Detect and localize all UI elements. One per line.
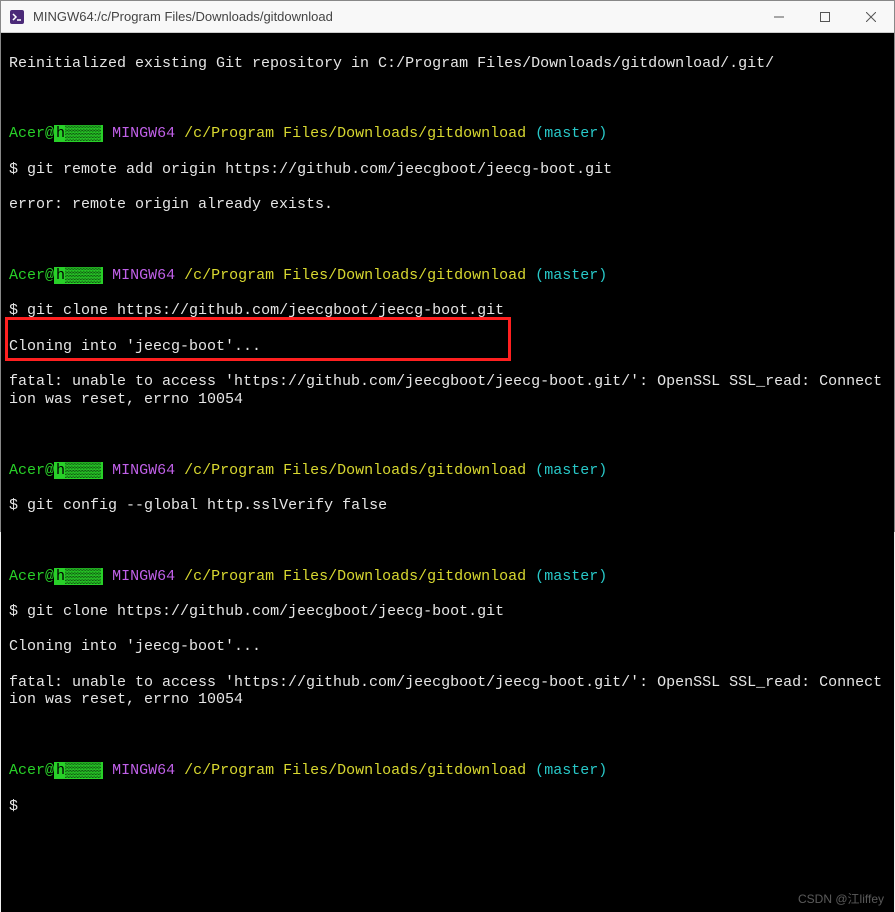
prompt-line: Acer@h▒▒▒▒ MINGW64 /c/Program Files/Down… [9, 267, 886, 285]
blank-line [9, 90, 886, 108]
command-line: $ git remote add origin https://github.c… [9, 161, 886, 179]
maximize-icon [820, 12, 830, 22]
watermark-text: CSDN @江liffey [798, 892, 884, 906]
prompt-branch: master [544, 762, 598, 779]
command-line[interactable]: $ [9, 798, 886, 816]
prompt-at: @ [45, 762, 54, 779]
maximize-button[interactable] [802, 1, 848, 33]
prompt-at: @ [45, 462, 54, 479]
branch-close: ) [598, 568, 607, 585]
prompt-branch: master [544, 568, 598, 585]
prompt-branch: master [544, 125, 598, 142]
prompt-host: h▒▒▒▒ [54, 762, 103, 779]
command-line: $ git clone https://github.com/jeecgboot… [9, 603, 886, 621]
prompt-line: Acer@h▒▒▒▒ MINGW64 /c/Program Files/Down… [9, 462, 886, 480]
prompt-branch: master [544, 267, 598, 284]
prompt-user: Acer [9, 125, 45, 142]
prompt-host: h▒▒▒▒ [54, 267, 103, 284]
prompt-user: Acer [9, 267, 45, 284]
blank-line [9, 727, 886, 745]
prompt-shell: MINGW64 [112, 762, 175, 779]
branch-close: ) [598, 762, 607, 779]
prompt-path: /c/Program Files/Downloads/gitdownload [184, 125, 526, 142]
command-line: $ git clone https://github.com/jeecgboot… [9, 302, 886, 320]
output-line: Reinitialized existing Git repository in… [9, 55, 886, 73]
output-line: fatal: unable to access 'https://github.… [9, 373, 886, 408]
prompt-user: Acer [9, 762, 45, 779]
prompt-path: /c/Program Files/Downloads/gitdownload [184, 568, 526, 585]
prompt-at: @ [45, 267, 54, 284]
window-root: MINGW64:/c/Program Files/Downloads/gitdo… [0, 0, 895, 532]
prompt-shell: MINGW64 [112, 568, 175, 585]
prompt-line: Acer@h▒▒▒▒ MINGW64 /c/Program Files/Down… [9, 762, 886, 780]
minimize-button[interactable] [756, 1, 802, 33]
branch-open: ( [535, 762, 544, 779]
prompt-user: Acer [9, 568, 45, 585]
command-text: git clone https://github.com/jeecgboot/j… [27, 302, 504, 319]
prompt-host: h▒▒▒▒ [54, 125, 103, 142]
command-line: $ git config --global http.sslVerify fal… [9, 497, 886, 515]
prompt-branch: master [544, 462, 598, 479]
branch-close: ) [598, 125, 607, 142]
output-line: Cloning into 'jeecg-boot'... [9, 638, 886, 656]
close-button[interactable] [848, 1, 894, 33]
prompt-line: Acer@h▒▒▒▒ MINGW64 /c/Program Files/Down… [9, 125, 886, 143]
command-text: git config --global http.sslVerify false [27, 497, 387, 514]
prompt-user: Acer [9, 462, 45, 479]
output-line: error: remote origin already exists. [9, 196, 886, 214]
branch-open: ( [535, 125, 544, 142]
prompt-path: /c/Program Files/Downloads/gitdownload [184, 267, 526, 284]
minimize-icon [774, 12, 784, 22]
branch-open: ( [535, 267, 544, 284]
ps1: $ [9, 302, 18, 319]
window-title: MINGW64:/c/Program Files/Downloads/gitdo… [33, 9, 333, 24]
command-text: git clone https://github.com/jeecgboot/j… [27, 603, 504, 620]
terminal-area[interactable]: Reinitialized existing Git repository in… [1, 33, 894, 912]
output-line: fatal: unable to access 'https://github.… [9, 674, 886, 709]
branch-open: ( [535, 568, 544, 585]
titlebar[interactable]: MINGW64:/c/Program Files/Downloads/gitdo… [1, 1, 894, 33]
output-line: Cloning into 'jeecg-boot'... [9, 338, 886, 356]
prompt-at: @ [45, 568, 54, 585]
blank-line [9, 232, 886, 250]
prompt-shell: MINGW64 [112, 125, 175, 142]
close-icon [866, 12, 876, 22]
prompt-shell: MINGW64 [112, 267, 175, 284]
command-text: git remote add origin https://github.com… [27, 161, 612, 178]
prompt-path: /c/Program Files/Downloads/gitdownload [184, 462, 526, 479]
blank-line [9, 532, 886, 550]
prompt-at: @ [45, 125, 54, 142]
prompt-line: Acer@h▒▒▒▒ MINGW64 /c/Program Files/Down… [9, 568, 886, 586]
prompt-host: h▒▒▒▒ [54, 462, 103, 479]
ps1: $ [9, 497, 18, 514]
prompt-path: /c/Program Files/Downloads/gitdownload [184, 762, 526, 779]
branch-close: ) [598, 267, 607, 284]
terminal-app-icon [9, 9, 25, 25]
prompt-shell: MINGW64 [112, 462, 175, 479]
prompt-host: h▒▒▒▒ [54, 568, 103, 585]
ps1: $ [9, 798, 18, 815]
branch-close: ) [598, 462, 607, 479]
ps1: $ [9, 603, 18, 620]
branch-open: ( [535, 462, 544, 479]
blank-line [9, 426, 886, 444]
ps1: $ [9, 161, 18, 178]
